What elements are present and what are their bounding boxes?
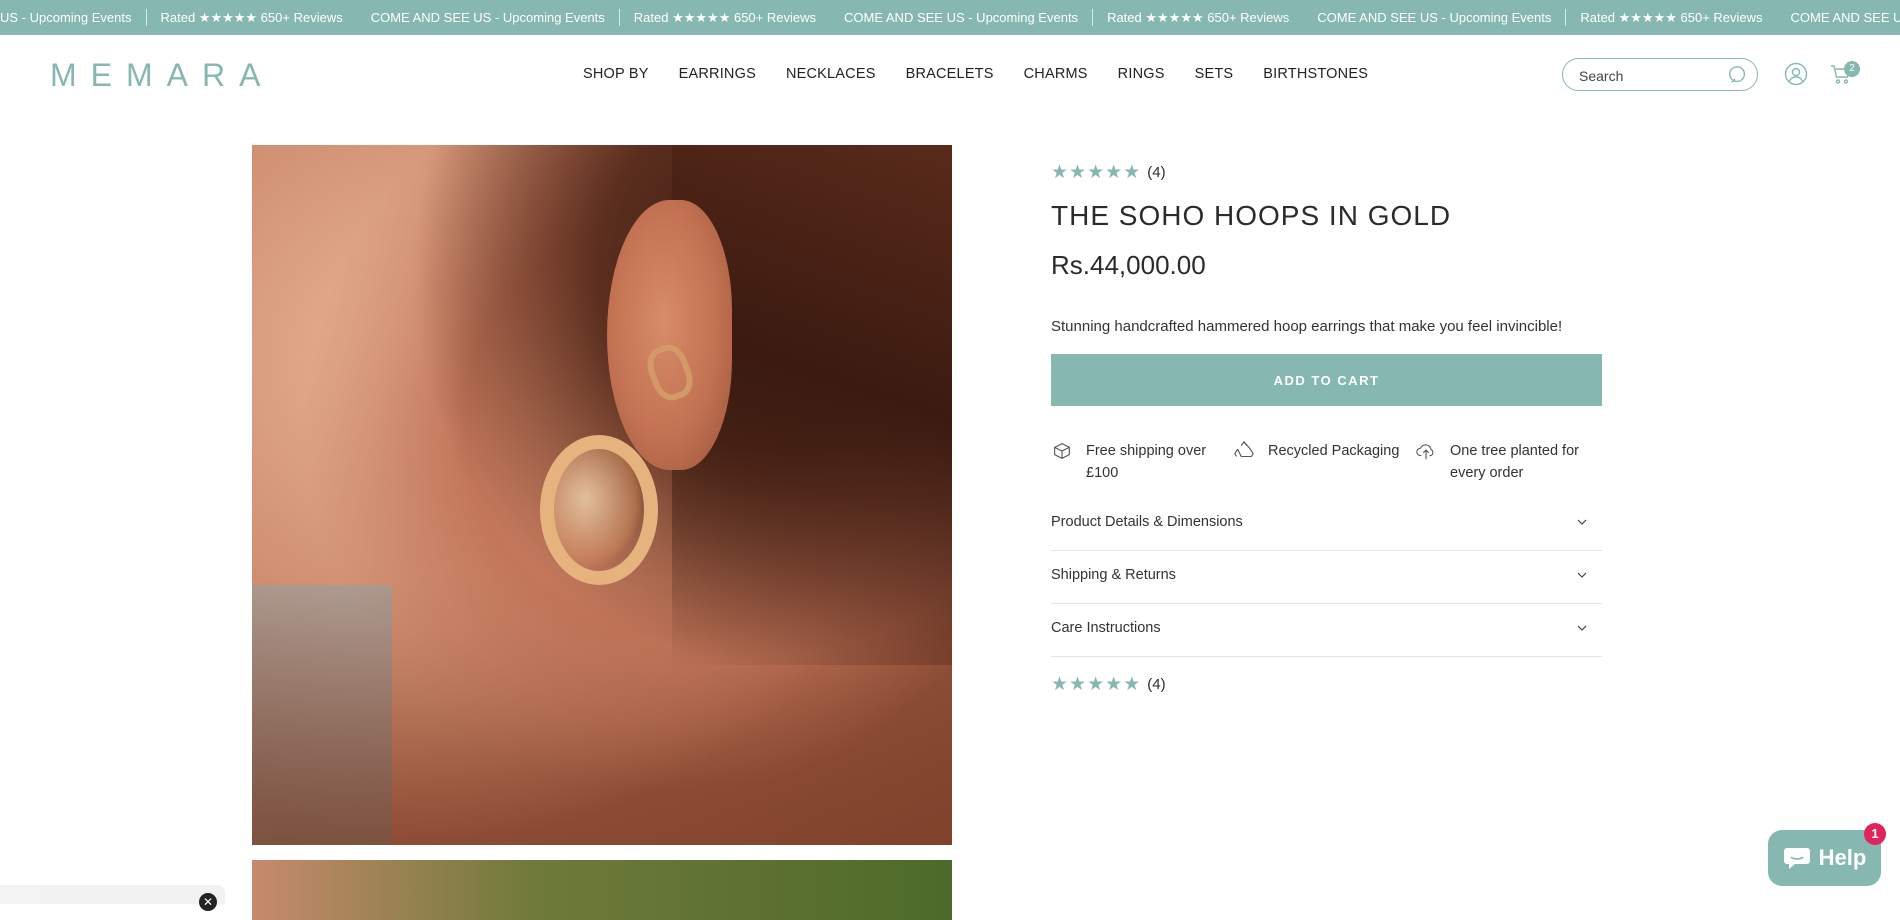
announcement-item: COME AND SEE US - Upcoming Events xyxy=(1790,10,1900,25)
accordion-label: Product Details & Dimensions xyxy=(1051,514,1243,530)
usp-line: Free shipping over xyxy=(1086,443,1207,459)
announcement-item: Rated ★★★★★ 650+ Reviews xyxy=(1580,9,1763,25)
product-image-secondary[interactable] xyxy=(252,860,952,920)
nav-bracelets[interactable]: BRACELETS xyxy=(906,66,994,82)
site-header: MEMARA SHOP BY EARRINGS NECKLACES BRACEL… xyxy=(0,35,1900,113)
star-icon: ★ xyxy=(1105,674,1123,695)
chevron-down-icon xyxy=(1577,572,1587,578)
accordion-label: Shipping & Returns xyxy=(1051,567,1176,583)
star-icon: ★ xyxy=(1123,162,1141,183)
announcement-item: COME AND SEE US - Upcoming Events xyxy=(370,10,605,25)
accordion-product-details[interactable]: Product Details & Dimensions xyxy=(1051,498,1602,551)
photo-shading xyxy=(252,575,952,845)
search-input[interactable] xyxy=(1577,66,1721,86)
announcement-track: US - Upcoming Events Rated ★★★★★ 650+ Re… xyxy=(0,0,1900,35)
product-description: Stunning handcrafted hammered hoop earri… xyxy=(1051,318,1563,335)
usp-free-shipping: Free shipping over £100 xyxy=(1051,440,1206,484)
photo-hoop-earring xyxy=(540,435,658,585)
chevron-down-icon xyxy=(1577,625,1587,631)
review-count: (4) xyxy=(1147,676,1166,693)
add-to-cart-button[interactable]: ADD TO CART xyxy=(1051,354,1602,406)
help-label: Help xyxy=(1818,845,1867,870)
review-count: (4) xyxy=(1147,164,1166,181)
nav-sets[interactable]: SETS xyxy=(1195,66,1234,82)
product-price: Rs.44,000.00 xyxy=(1051,250,1206,280)
accordion-care-instructions[interactable]: Care Instructions xyxy=(1051,604,1602,657)
box-icon xyxy=(1054,443,1070,459)
nav-charms[interactable]: CHARMS xyxy=(1024,66,1088,82)
promo-popup-edge xyxy=(0,885,225,904)
announcement-item: Rated ★★★★★ 650+ Reviews xyxy=(160,9,343,25)
announcement-item: COME AND SEE US - Upcoming Events xyxy=(1317,10,1552,25)
product-image-main[interactable] xyxy=(252,145,952,845)
usp-line: One tree planted for xyxy=(1450,443,1579,459)
search-box xyxy=(1562,58,1758,91)
search-icon[interactable] xyxy=(1727,64,1749,86)
star-icon: ★ xyxy=(1123,674,1141,695)
accordion-shipping-returns[interactable]: Shipping & Returns xyxy=(1051,551,1602,604)
announcement-item: US - Upcoming Events xyxy=(0,10,132,25)
product-title: THE SOHO HOOPS IN GOLD xyxy=(1051,200,1452,231)
photo-ear xyxy=(607,200,732,470)
usp-line: Recycled Packaging xyxy=(1268,443,1400,459)
nav-necklaces[interactable]: NECKLACES xyxy=(786,66,876,82)
announcement-bar: US - Upcoming Events Rated ★★★★★ 650+ Re… xyxy=(0,0,1900,35)
star-icon: ★ xyxy=(1105,162,1123,183)
star-icon: ★ xyxy=(1069,162,1087,183)
nav-shop-by[interactable]: SHOP BY xyxy=(583,66,649,82)
logo[interactable]: MEMARA xyxy=(50,57,274,94)
chat-icon xyxy=(1783,848,1810,869)
cart-count-badge: 2 xyxy=(1844,61,1860,77)
star-icon: ★ xyxy=(1087,162,1105,183)
usp-recycled-packaging: Recycled Packaging xyxy=(1233,440,1399,462)
rating-stars-top[interactable]: ★ ★ ★ ★ ★ (4) xyxy=(1051,163,1166,182)
chevron-down-icon xyxy=(1577,519,1587,525)
usp-line: every order xyxy=(1450,465,1524,481)
star-icon: ★ xyxy=(1087,674,1105,695)
accordion-label: Care Instructions xyxy=(1051,620,1161,636)
usp-tree-planted: One tree planted for every order xyxy=(1415,440,1579,484)
usp-line: £100 xyxy=(1086,465,1119,481)
rating-stars-bottom[interactable]: ★ ★ ★ ★ ★ (4) xyxy=(1051,675,1166,694)
popup-close-button[interactable]: ✕ xyxy=(199,893,217,911)
recycle-icon xyxy=(1234,440,1254,458)
star-icon: ★ xyxy=(1069,674,1087,695)
announcement-item: Rated ★★★★★ 650+ Reviews xyxy=(1107,9,1290,25)
nav-rings[interactable]: RINGS xyxy=(1118,66,1165,82)
star-icon: ★ xyxy=(1051,674,1069,695)
star-icon: ★ xyxy=(1051,162,1069,183)
account-icon[interactable] xyxy=(1784,62,1808,86)
nav-birthstones[interactable]: BIRTHSTONES xyxy=(1263,66,1368,82)
main-nav: SHOP BY EARRINGS NECKLACES BRACELETS CHA… xyxy=(583,35,1398,113)
announcement-item: COME AND SEE US - Upcoming Events xyxy=(843,10,1079,25)
cloud-upload-icon xyxy=(1416,444,1434,460)
nav-earrings[interactable]: EARRINGS xyxy=(679,66,756,82)
help-notification-badge: 1 xyxy=(1864,823,1886,845)
announcement-item: Rated ★★★★★ 650+ Reviews xyxy=(633,9,816,25)
